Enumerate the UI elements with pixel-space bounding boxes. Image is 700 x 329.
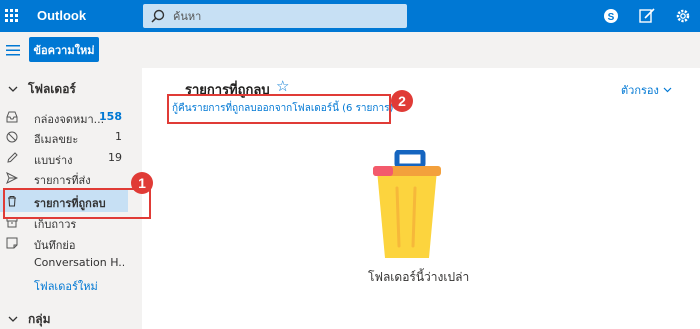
compose-note-icon[interactable] bbox=[638, 7, 656, 25]
filter-button[interactable]: ตัวกรอง bbox=[621, 81, 672, 99]
new-folder-link[interactable]: โฟลเดอร์ใหม่ bbox=[0, 273, 128, 295]
new-message-button[interactable]: ข้อความใหม่ bbox=[29, 37, 99, 62]
folders-header-label: โฟลเดอร์ bbox=[28, 82, 76, 96]
groups-header-label: กลุ่ม bbox=[28, 312, 51, 326]
app-launcher-icon[interactable] bbox=[5, 9, 19, 23]
pencil-icon bbox=[7, 152, 18, 163]
highlight-box-recover-link bbox=[167, 94, 391, 124]
favorite-star-icon[interactable]: ☆ bbox=[276, 77, 289, 95]
chevron-down-icon bbox=[663, 87, 672, 93]
highlight-box-deleted-items bbox=[3, 188, 151, 219]
folder-item-drafts[interactable]: แบบร่าง 19 bbox=[0, 147, 128, 169]
search-icon bbox=[151, 9, 165, 23]
new-folder-label: โฟลเดอร์ใหม่ bbox=[34, 280, 98, 293]
notes-icon bbox=[6, 237, 18, 249]
empty-trash-illustration bbox=[373, 150, 441, 258]
search-input[interactable] bbox=[173, 7, 393, 25]
step-badge-2: 2 bbox=[391, 90, 413, 112]
chevron-down-icon bbox=[8, 86, 18, 92]
item-count: 19 bbox=[108, 151, 122, 164]
folder-item-notes[interactable]: บันทึกย่อ bbox=[0, 232, 128, 254]
app-title[interactable]: Outlook bbox=[37, 8, 86, 23]
inbox-icon bbox=[6, 111, 18, 123]
step-badge-1: 1 bbox=[131, 172, 153, 194]
folders-header[interactable]: โฟลเดอร์ bbox=[8, 80, 76, 99]
send-icon bbox=[6, 172, 18, 184]
search-box[interactable] bbox=[143, 4, 407, 28]
unread-count: 158 bbox=[99, 110, 122, 123]
groups-header[interactable]: กลุ่ม bbox=[8, 310, 51, 329]
filter-label: ตัวกรอง bbox=[621, 84, 659, 97]
folder-label: Conversation H... bbox=[34, 256, 124, 269]
svg-text:S: S bbox=[608, 12, 615, 23]
folder-item-sent[interactable]: รายการที่ส่ง bbox=[0, 167, 128, 189]
folder-item-conversation-history[interactable]: Conversation H... bbox=[0, 252, 128, 274]
junk-icon bbox=[6, 131, 18, 143]
folder-item-junk[interactable]: อีเมลขยะ 1 bbox=[0, 126, 128, 148]
hamburger-menu-icon[interactable] bbox=[6, 45, 20, 56]
folder-label: รายการที่ส่ง bbox=[34, 174, 91, 187]
settings-gear-icon[interactable] bbox=[674, 7, 692, 25]
folder-label: อีเมลขยะ bbox=[34, 133, 79, 146]
empty-folder-message: โฟลเดอร์นี้ว่างเปล่า bbox=[368, 270, 470, 284]
skype-icon[interactable]: S bbox=[602, 7, 620, 25]
item-count: 1 bbox=[115, 130, 122, 143]
folder-item-inbox[interactable]: กล่องจดหมา... 158 bbox=[0, 106, 128, 128]
chevron-down-icon bbox=[8, 316, 18, 322]
command-bar bbox=[0, 32, 700, 68]
